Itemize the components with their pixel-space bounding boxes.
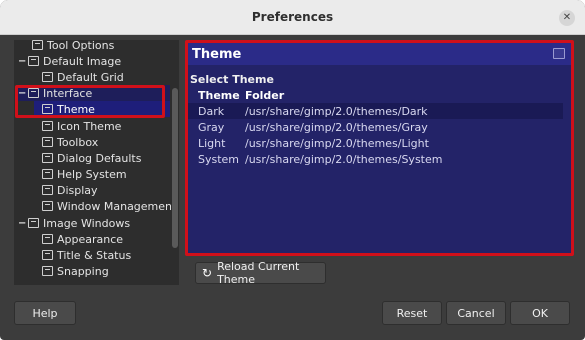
collapse-icon[interactable]: − [18, 218, 26, 229]
sidebar-item-snapping[interactable]: Snapping [42, 263, 109, 279]
display-icon [42, 185, 53, 195]
sidebar-item-label: Dialog Defaults [57, 151, 142, 165]
help-label: Help [32, 306, 58, 320]
table-row[interactable]: Dark /usr/share/gimp/2.0/themes/Dark [188, 103, 563, 119]
preferences-window: Preferences ✕ Tool Options − Default Ima… [0, 0, 585, 340]
theme-icon [553, 48, 565, 59]
dialog-defaults-icon [42, 153, 53, 163]
sidebar-item-label: Window Management [57, 199, 177, 213]
ok-label: OK [532, 306, 548, 320]
panel-header: Theme [188, 43, 571, 65]
snapping-icon [42, 266, 53, 276]
window-management-icon [42, 201, 53, 211]
table-header: Theme Folder [198, 87, 568, 103]
column-header-folder[interactable]: Folder [245, 89, 568, 102]
sidebar-item-label: Icon Theme [57, 119, 122, 133]
toolbox-icon [42, 137, 53, 147]
title-bar: Preferences ✕ [0, 0, 585, 35]
cancel-label: Cancel [457, 306, 495, 320]
section-label: Select Theme [190, 73, 274, 86]
close-button[interactable]: ✕ [559, 10, 575, 26]
theme-name: System [198, 152, 240, 166]
sidebar-item-label: Snapping [57, 264, 109, 278]
window-title: Preferences [251, 10, 334, 24]
sidebar-item-dialog-defaults[interactable]: Dialog Defaults [42, 150, 141, 166]
page-title: Theme [192, 46, 242, 62]
sidebar-item-default-grid[interactable]: Default Grid [42, 69, 124, 85]
sidebar-item-label: Image Windows [43, 216, 131, 230]
sidebar-item-label: Display [57, 183, 98, 197]
sidebar-item-label: Default Image [43, 54, 122, 68]
icon-theme-icon [42, 121, 53, 131]
sidebar-item-help-system[interactable]: Help System [42, 166, 127, 182]
close-icon: ✕ [562, 12, 572, 23]
sidebar-item-title-status[interactable]: Title & Status [42, 247, 131, 263]
scrollbar-thumb[interactable] [172, 88, 178, 248]
sidebar-item-display[interactable]: Display [42, 182, 98, 198]
table-row[interactable]: Light /usr/share/gimp/2.0/themes/Light [198, 135, 568, 151]
interface-icon [28, 88, 39, 98]
reset-button[interactable]: Reset [382, 301, 442, 325]
title-status-icon [42, 250, 53, 260]
ok-button[interactable]: OK [510, 301, 570, 325]
reset-label: Reset [396, 306, 428, 320]
image-icon [28, 56, 39, 66]
theme-name: Dark [198, 104, 225, 118]
image-windows-icon [28, 218, 39, 228]
tool-options-icon [32, 40, 43, 50]
theme-panel: Theme Select Theme Theme Folder Dark /us… [185, 40, 574, 256]
appearance-icon [42, 234, 53, 244]
sidebar-item-label: Title & Status [57, 248, 132, 262]
grid-icon [42, 72, 53, 82]
reload-icon: ↻ [202, 266, 213, 280]
sidebar-item-toolbox[interactable]: Toolbox [42, 134, 98, 150]
theme-folder: /usr/share/gimp/2.0/themes/Dark [245, 104, 428, 118]
sidebar-item-label: Help System [57, 167, 127, 181]
column-header-theme[interactable]: Theme [198, 89, 245, 102]
sidebar-item-interface[interactable]: − Interface [18, 85, 170, 101]
sidebar-item-appearance[interactable]: Appearance [42, 231, 123, 247]
reload-theme-label: Reload Current Theme [217, 260, 300, 286]
sidebar-item-image-windows[interactable]: − Image Windows [18, 215, 130, 231]
collapse-icon[interactable]: − [18, 56, 26, 67]
table-row[interactable]: Gray /usr/share/gimp/2.0/themes/Gray [198, 119, 568, 135]
theme-name: Gray [198, 120, 225, 134]
sidebar-item-window-management[interactable]: Window Management [42, 198, 176, 214]
theme-folder: /usr/share/gimp/2.0/themes/System [245, 152, 443, 166]
sidebar-scrollbar[interactable] [171, 40, 179, 285]
sidebar-item-default-image[interactable]: − Default Image [18, 53, 121, 69]
theme-folder: /usr/share/gimp/2.0/themes/Light [245, 136, 429, 150]
sidebar-item-label: Interface [43, 86, 93, 100]
reload-theme-button[interactable]: ↻ Reload Current Theme [195, 260, 326, 286]
sidebar-item-label: Appearance [57, 232, 124, 246]
sidebar-item-tool-options[interactable]: Tool Options [32, 40, 114, 53]
theme-icon [42, 104, 53, 114]
table-row[interactable]: System /usr/share/gimp/2.0/themes/System [198, 151, 568, 167]
help-system-icon [42, 169, 53, 179]
sidebar-item-label: Default Grid [57, 70, 124, 84]
theme-folder: /usr/share/gimp/2.0/themes/Gray [245, 120, 428, 134]
sidebar-item-label: Theme [57, 102, 95, 116]
help-button[interactable]: Help [14, 301, 76, 325]
theme-table[interactable]: Theme Folder Dark /usr/share/gimp/2.0/th… [188, 87, 568, 167]
sidebar-item-theme[interactable]: Theme [34, 101, 170, 117]
theme-name: Light [198, 136, 226, 150]
sidebar-item-label: Toolbox [57, 135, 99, 149]
cancel-button[interactable]: Cancel [446, 301, 506, 325]
collapse-icon[interactable]: − [18, 88, 26, 99]
sidebar-item-icon-theme[interactable]: Icon Theme [42, 118, 121, 134]
preferences-tree[interactable]: Tool Options − Default Image Default Gri… [14, 40, 179, 285]
sidebar-item-label: Tool Options [47, 40, 115, 52]
